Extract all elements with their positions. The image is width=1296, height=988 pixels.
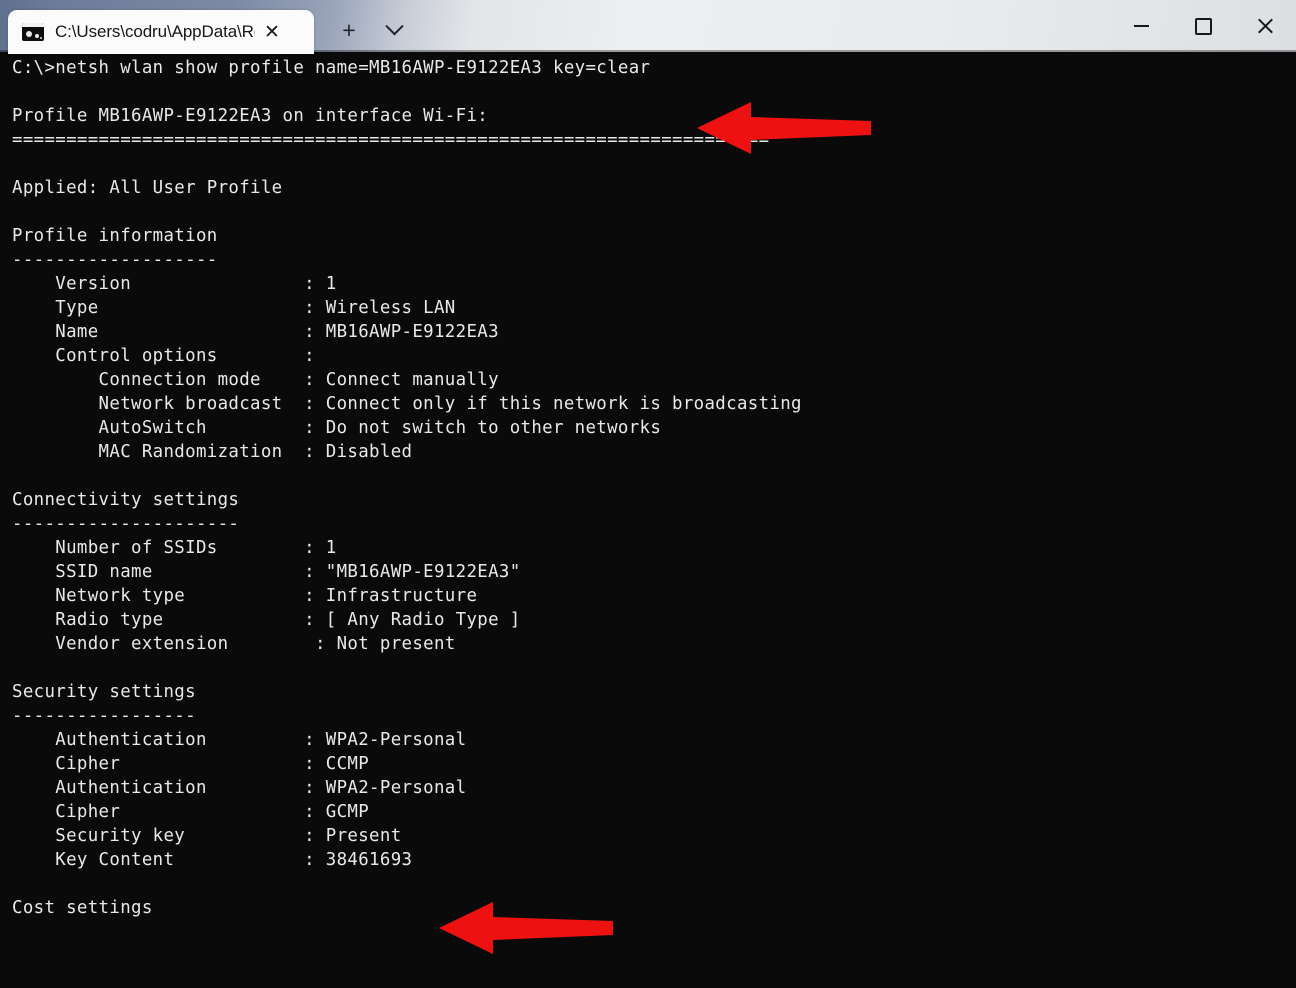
- window-titlebar: C:\Users\codru\AppData\Roa ✕ +: [0, 0, 1296, 54]
- console-window-icon: [22, 23, 44, 41]
- minimize-icon: [1133, 25, 1149, 27]
- maximize-icon: [1194, 17, 1212, 35]
- minimize-button[interactable]: [1110, 0, 1172, 52]
- command-prompt-window: C:\Users\codru\AppData\Roa ✕ + C:\>netsh…: [0, 0, 1296, 988]
- close-window-button[interactable]: [1234, 0, 1296, 52]
- window-controls: [1110, 0, 1296, 52]
- arrow-command-line: [697, 102, 871, 154]
- close-icon: [1256, 17, 1274, 35]
- close-tab-icon[interactable]: ✕: [255, 15, 289, 49]
- chevron-down-glyph: [384, 16, 404, 35]
- terminal-output-area[interactable]: C:\>netsh wlan show profile name=MB16AWP…: [0, 52, 1296, 988]
- arrow-key-content: [439, 902, 613, 954]
- chevron-down-icon[interactable]: [377, 14, 411, 46]
- terminal-tab[interactable]: C:\Users\codru\AppData\Roa ✕: [8, 10, 314, 54]
- tab-title: C:\Users\codru\AppData\Roa: [55, 22, 255, 41]
- new-tab-button[interactable]: +: [332, 14, 366, 46]
- terminal-text: C:\>netsh wlan show profile name=MB16AWP…: [12, 58, 802, 918]
- maximize-button[interactable]: [1172, 0, 1234, 52]
